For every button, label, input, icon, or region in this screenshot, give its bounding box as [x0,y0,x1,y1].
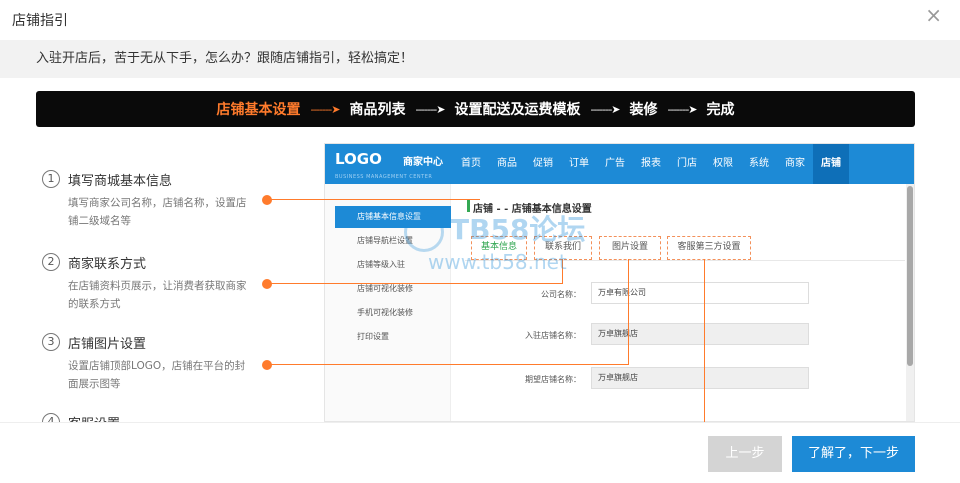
pointer-dot [262,279,272,289]
preview-menu: 首页 商品 促销 订单 广告 报表 门店 权限 系统 商家 店铺 [453,144,849,184]
guide-title: 店铺图片设置 [68,337,147,352]
preview-menu-item: 促销 [533,158,553,169]
step-arrow-icon: -------➤ [667,102,698,116]
preview-nav-bar: LOGO BUSINESS MANAGEMENT CENTER 商家中心 首页 … [325,144,914,184]
preview-menu-item: 广告 [605,158,625,169]
preview-center-label: 商家中心 [403,157,443,168]
watermark: TB58论坛 www.tb58.net [404,208,585,274]
preview-menu-item: 商家 [785,158,805,169]
intro-text: 入驻开店后，苦于无从下手，怎么办？跟随店铺指引，轻松搞定！ [36,51,414,66]
steps-bar: 店铺基本设置 -------➤ 商品列表 -------➤ 设置配送及运费模板 … [36,91,915,127]
preview-menu-item: 报表 [641,158,661,169]
preview-form-label: 期望店铺名称： [525,375,581,384]
guide-desc: 填写商家公司名称，店铺名称，设置店铺二级域名等 [68,197,247,227]
preview-scrollbar[interactable] [906,184,914,421]
preview-menu-item: 商品 [497,158,517,169]
guide-number: 1 [42,170,60,188]
step-decoration: 装修 [629,102,658,118]
preview-menu-item: 权限 [713,158,733,169]
preview-menu-item: 订单 [569,158,589,169]
close-icon[interactable]: × [925,5,942,25]
prev-step-button[interactable]: 上一步 [708,436,782,472]
preview-expected-store-name-field: 万卓旗舰店 [591,367,809,389]
step-arrow-icon: -------➤ [310,102,340,116]
pointer-line [270,283,562,284]
pointer-dot [262,360,272,370]
step-shipping-template: 设置配送及运费模板 [454,102,581,118]
guide-title: 商家联系方式 [68,257,147,272]
step-complete: 完成 [706,102,735,118]
preview-tab-images: 图片设置 [599,236,661,260]
guide-number: 3 [42,333,60,351]
preview-sidebar-item: 打印设置 [357,332,389,341]
preview-sidebar-item: 手机可视化装修 [357,308,413,317]
guide-title: 填写商城基本信息 [68,174,173,189]
pointer-line [270,199,480,200]
step-basic-settings: 店铺基本设置 [216,102,301,118]
intro-bar: 入驻开店后，苦于无从下手，怎么办？跟随店铺指引，轻松搞定！ [0,40,960,78]
guide-number: 2 [42,253,60,271]
guide-desc: 设置店铺顶部LOGO，店铺在平台的封面展示图等 [68,360,246,390]
preview-form-label: 入驻店铺名称： [525,331,581,340]
step-arrow-icon: -------➤ [415,102,445,116]
preview-menu-item: 门店 [677,158,697,169]
guide-desc: 在店铺资料页展示，让消费者获取商家的联系方式 [68,280,247,310]
preview-company-name-field: 万卓有限公司 [591,282,809,304]
preview-store-name-field: 万卓旗舰店 [591,323,809,345]
pointer-dot [262,195,272,205]
preview-scrollbar-thumb[interactable] [907,186,913,366]
preview-logo-subtitle: BUSINESS MANAGEMENT CENTER [335,174,433,180]
preview-logo: LOGO [335,150,382,168]
preview-sidebar-item: 店铺可视化装修 [357,284,413,293]
watermark-circle-icon [404,212,444,252]
step-arrow-icon: -------➤ [590,102,621,116]
watermark-sub: www.tb58.net [428,250,567,274]
preview-menu-item-active: 店铺 [813,144,849,184]
dialog-footer: 上一步 了解了，下一步 [0,422,960,483]
preview-form-label: 公司名称： [541,290,581,299]
pointer-vline [704,259,705,422]
preview-menu-item: 首页 [461,158,481,169]
step-product-list: 商品列表 [349,102,406,118]
pointer-line [270,364,628,365]
preview-menu-item: 系统 [749,158,769,169]
pointer-vline [628,259,629,365]
next-step-button[interactable]: 了解了，下一步 [792,436,915,472]
preview-tab-customer-service: 客服第三方设置 [667,236,751,260]
dialog-title: 店铺指引 [12,13,68,29]
